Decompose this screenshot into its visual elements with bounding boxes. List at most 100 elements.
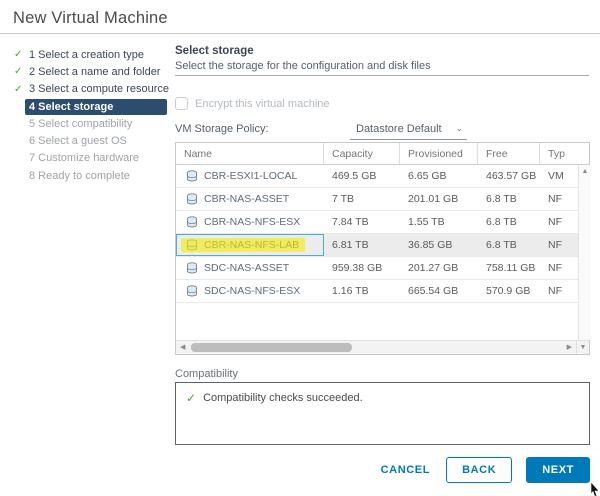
- wizard-step-2[interactable]: ✓2 Select a name and folder: [14, 63, 167, 80]
- wizard-steps: ✓1 Select a creation type✓2 Select a nam…: [14, 46, 167, 184]
- column-header-typ[interactable]: Typ: [540, 143, 589, 164]
- datastore-name: CBR-NAS-NFS-LAB: [204, 239, 299, 251]
- wizard-step-8[interactable]: 8 Ready to complete: [14, 167, 167, 184]
- datastore-row[interactable]: CBR-NAS-NFS-LAB6.81 TB36.85 GB6.8 TBNF: [176, 234, 578, 257]
- step-completed-check-icon: ✓: [14, 66, 25, 77]
- datastore-row[interactable]: CBR-ESXI1-LOCAL 469.5 GB6.65 GB463.57 GBV…: [176, 165, 578, 188]
- step-completed-check-icon: ✓: [14, 84, 25, 95]
- wizard-step-7[interactable]: 7 Customize hardware: [14, 150, 167, 167]
- datastore-name: SDC-NAS-NFS-ESX: [204, 285, 300, 297]
- compatibility-message: Compatibility checks succeeded.: [203, 392, 363, 404]
- datastore-row[interactable]: CBR-NAS-NFS-ESX7.84 TB1.55 TB6.8 TBNF: [176, 211, 578, 234]
- datastore-type-cell: VM: [540, 165, 578, 187]
- title-divider: [0, 33, 600, 34]
- compatibility-label: Compatibility: [175, 368, 238, 380]
- datastore-capacity-cell: 1.16 TB: [324, 280, 400, 302]
- step-subheading: Select the storage for the configuration…: [175, 60, 431, 72]
- datastore-provisioned-cell: 36.85 GB: [400, 234, 478, 256]
- datastore-table-header: NameCapacityProvisionedFreeTyp: [176, 143, 589, 165]
- heading-divider: [175, 75, 589, 76]
- datastore-row[interactable]: SDC-NAS-ASSET 959.38 GB201.27 GB758.11 GB…: [176, 257, 578, 280]
- encrypt-vm-label: Encrypt this virtual machine: [195, 98, 330, 110]
- datastore-free-cell: 6.8 TB: [478, 188, 540, 210]
- wizard-step-label: 3 Select a compute resource: [25, 82, 173, 96]
- datastore-icon: [186, 262, 198, 274]
- datastore-type-cell: NF: [540, 188, 578, 210]
- scroll-left-icon[interactable]: ◀: [176, 344, 189, 351]
- page-title: New Virtual Machine: [13, 9, 168, 28]
- wizard-step-4[interactable]: 4 Select storage: [14, 98, 167, 115]
- scroll-up-icon[interactable]: ▲: [582, 165, 589, 178]
- datastore-icon: [186, 170, 198, 182]
- datastore-name-cell[interactable]: SDC-NAS-ASSET: [176, 257, 324, 279]
- datastore-name: CBR-ESXI1-LOCAL: [204, 170, 297, 182]
- compatibility-panel: ✓ Compatibility checks succeeded.: [175, 382, 590, 445]
- datastore-name: CBR-NAS-NFS-ESX: [204, 216, 300, 228]
- vm-storage-policy-row: VM Storage Policy: Datastore Default ⌄: [175, 120, 589, 140]
- horizontal-scroll-track[interactable]: [189, 343, 562, 352]
- column-header-name[interactable]: Name: [176, 143, 324, 164]
- datastore-capacity-cell: 7.84 TB: [324, 211, 400, 233]
- datastore-name-cell[interactable]: CBR-NAS-ASSET: [176, 188, 324, 210]
- vm-storage-policy-value: Datastore Default: [356, 123, 442, 135]
- datastore-capacity-cell: 469.5 GB: [324, 165, 400, 187]
- wizard-step-label: 7 Customize hardware: [25, 151, 167, 165]
- cancel-button[interactable]: CANCEL: [379, 458, 432, 482]
- wizard-step-5[interactable]: 5 Select compatibility: [14, 115, 167, 132]
- horizontal-scrollbar-row: ◀ ▶ ▼: [176, 340, 589, 354]
- datastore-icon: [186, 193, 198, 205]
- datastore-provisioned-cell: 665.54 GB: [400, 280, 478, 302]
- datastore-free-cell: 463.57 GB: [478, 165, 540, 187]
- scroll-right-icon[interactable]: ▶: [563, 344, 576, 351]
- step-heading: Select storage: [175, 45, 254, 57]
- datastore-name: SDC-NAS-ASSET: [204, 262, 289, 274]
- datastore-provisioned-cell: 6.65 GB: [400, 165, 478, 187]
- chevron-down-icon: ⌄: [455, 124, 463, 133]
- datastore-row[interactable]: SDC-NAS-NFS-ESX 1.16 TB665.54 GB570.9 GBN…: [176, 280, 578, 303]
- datastore-free-cell: 6.8 TB: [478, 234, 540, 256]
- back-button[interactable]: BACK: [446, 457, 512, 483]
- vertical-scrollbar[interactable]: ▲: [578, 165, 591, 340]
- datastore-table-body: CBR-ESXI1-LOCAL 469.5 GB6.65 GB463.57 GBV…: [176, 165, 578, 340]
- datastore-name-cell[interactable]: CBR-ESXI1-LOCAL: [176, 165, 324, 187]
- datastore-type-cell: NF: [540, 257, 578, 279]
- wizard-step-1[interactable]: ✓1 Select a creation type: [14, 46, 167, 63]
- column-header-capacity[interactable]: Capacity: [324, 143, 400, 164]
- scrollbar-corner: ▼: [576, 341, 589, 354]
- datastore-row[interactable]: CBR-NAS-ASSET7 TB201.01 GB6.8 TBNF: [176, 188, 578, 211]
- wizard-step-label: 8 Ready to complete: [25, 169, 167, 183]
- datastore-capacity-cell: 6.81 TB: [324, 234, 400, 256]
- vm-storage-policy-select[interactable]: Datastore Default ⌄: [350, 120, 467, 140]
- datastore-icon: [186, 285, 198, 297]
- datastore-icon: [186, 216, 198, 228]
- datastore-type-cell: NF: [540, 280, 578, 302]
- wizard-step-label: 5 Select compatibility: [25, 117, 167, 131]
- wizard-step-6[interactable]: 6 Select a guest OS: [14, 132, 167, 149]
- wizard-step-3[interactable]: ✓3 Select a compute resource: [14, 81, 167, 98]
- datastore-free-cell: 570.9 GB: [478, 280, 540, 302]
- datastore-name-cell[interactable]: CBR-NAS-NFS-ESX: [176, 211, 324, 233]
- encrypt-vm-checkbox[interactable]: [175, 97, 188, 110]
- column-header-free[interactable]: Free: [478, 143, 540, 164]
- wizard-footer: CANCEL BACK NEXT: [175, 457, 590, 483]
- new-vm-wizard-dialog: { "window": { "title": "New Virtual Mach…: [0, 0, 600, 494]
- scroll-down-icon[interactable]: ▼: [580, 341, 587, 354]
- wizard-step-label: 2 Select a name and folder: [25, 65, 167, 79]
- column-header-provisioned[interactable]: Provisioned: [400, 143, 478, 164]
- datastore-capacity-cell: 959.38 GB: [324, 257, 400, 279]
- horizontal-scroll-thumb[interactable]: [191, 343, 351, 352]
- wizard-step-label: 1 Select a creation type: [25, 48, 167, 62]
- datastore-icon: [186, 239, 198, 251]
- wizard-step-label: 4 Select storage: [25, 99, 167, 115]
- success-check-icon: ✓: [186, 391, 196, 405]
- encrypt-vm-option: Encrypt this virtual machine: [175, 97, 330, 110]
- datastore-free-cell: 758.11 GB: [478, 257, 540, 279]
- datastore-type-cell: NF: [540, 211, 578, 233]
- datastore-provisioned-cell: 201.27 GB: [400, 257, 478, 279]
- datastore-name-cell[interactable]: SDC-NAS-NFS-ESX: [176, 280, 324, 302]
- datastore-free-cell: 6.8 TB: [478, 211, 540, 233]
- datastore-provisioned-cell: 201.01 GB: [400, 188, 478, 210]
- datastore-name-cell[interactable]: CBR-NAS-NFS-LAB: [176, 234, 324, 256]
- horizontal-scrollbar[interactable]: ◀ ▶: [176, 341, 576, 354]
- next-button[interactable]: NEXT: [526, 457, 590, 483]
